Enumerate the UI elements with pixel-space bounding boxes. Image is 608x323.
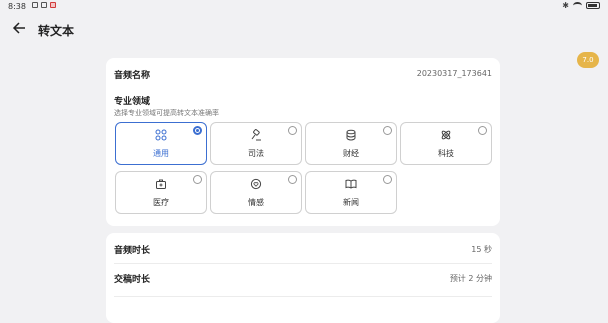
- domain-option-label: 新闻: [343, 198, 359, 207]
- status-bar: 8:38 ✱: [0, 0, 608, 14]
- domain-option-technology[interactable]: 科技: [400, 122, 492, 165]
- battery-icon: [586, 2, 600, 9]
- domain-option-legal[interactable]: 司法: [210, 122, 302, 165]
- page-title: 转文本: [38, 24, 75, 38]
- domain-option-label: 情感: [248, 198, 264, 207]
- domain-option-label: 财经: [343, 149, 359, 158]
- notification-icon: [32, 2, 38, 8]
- submit-time-row: 交稿时长 预计 2 分钟: [114, 268, 492, 286]
- audio-name-row: 音频名称 20230317_173641: [114, 64, 492, 82]
- audio-name-value: 20230317_173641: [416, 69, 492, 78]
- duration-value: 15 秒: [471, 245, 492, 254]
- domain-option-finance[interactable]: 财经: [305, 122, 397, 165]
- notification-icon: [41, 2, 47, 8]
- domain-option-medical[interactable]: 医疗: [115, 171, 207, 214]
- wifi-icon: [573, 2, 582, 9]
- radio-button[interactable]: [478, 126, 487, 135]
- domain-subtitle: 选择专业领域可提高转文本准确率: [114, 109, 219, 117]
- status-time: 8:38: [8, 2, 26, 11]
- details-card: 音频时长 15 秒 交稿时长 预计 2 分钟: [106, 233, 500, 323]
- radio-button[interactable]: [383, 126, 392, 135]
- settings-card: 音频名称 20230317_173641 专业领域 选择专业领域可提高转文本准确…: [106, 58, 500, 226]
- duration-row: 音频时长 15 秒: [114, 239, 492, 257]
- radio-button[interactable]: [288, 126, 297, 135]
- domain-title: 专业领域: [114, 97, 151, 107]
- submit-time-value: 预计 2 分钟: [449, 274, 492, 283]
- domain-option-label: 医疗: [153, 198, 169, 207]
- audio-name-label: 音频名称: [114, 71, 151, 81]
- back-arrow-icon[interactable]: [12, 21, 30, 39]
- domain-option-label: 科技: [438, 149, 454, 158]
- divider: [114, 263, 492, 264]
- domain-option-emotion[interactable]: 情感: [210, 171, 302, 214]
- app-header: 转文本: [0, 16, 608, 44]
- version-badge[interactable]: 7.0: [577, 52, 599, 68]
- notification-icon: [50, 2, 56, 8]
- status-notification-icons: [32, 2, 56, 8]
- domain-option-label: 司法: [248, 149, 264, 158]
- status-system-icons: ✱: [562, 1, 600, 10]
- radio-button[interactable]: [193, 175, 202, 184]
- submit-time-label: 交稿时长: [114, 275, 151, 285]
- radio-button[interactable]: [193, 126, 202, 135]
- duration-label: 音频时长: [114, 246, 151, 256]
- domain-option-label: 通用: [153, 149, 169, 158]
- domain-option-general[interactable]: 通用: [115, 122, 207, 165]
- bluetooth-icon: ✱: [562, 1, 569, 10]
- divider: [114, 296, 492, 297]
- domain-option-news[interactable]: 新闻: [305, 171, 397, 214]
- radio-button[interactable]: [383, 175, 392, 184]
- radio-button[interactable]: [288, 175, 297, 184]
